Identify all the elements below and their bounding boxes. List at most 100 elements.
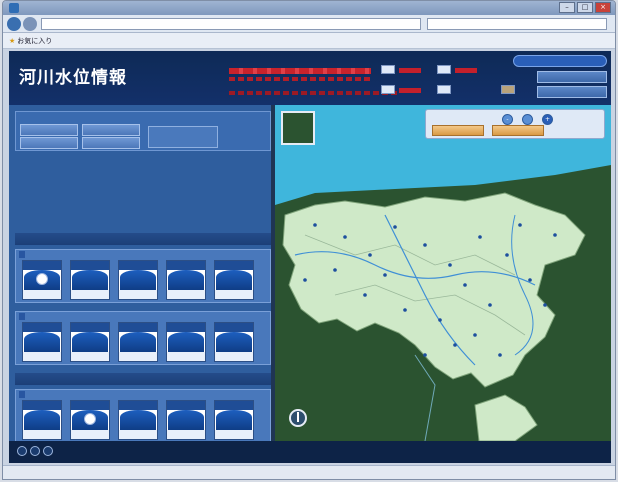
gauge-marker (303, 278, 307, 282)
minimize-button[interactable]: – (559, 2, 575, 13)
gauge-value (215, 430, 253, 439)
to-top-button[interactable] (513, 55, 607, 67)
back-arrow-icon[interactable] (7, 17, 21, 31)
status-bar (3, 465, 615, 479)
gauge-marker (333, 268, 337, 272)
group-tag (19, 313, 25, 320)
water-level-icon (120, 410, 156, 430)
gauge-value (119, 290, 157, 299)
zoom-in-button[interactable]: + (542, 114, 553, 125)
gauge-card[interactable] (70, 322, 110, 362)
section-header-2 (15, 373, 271, 385)
star-icon: ★ (9, 37, 16, 45)
water-level-icon (168, 332, 204, 352)
notice-info (148, 126, 218, 148)
gauge-card[interactable] (166, 260, 206, 300)
inset-map[interactable] (281, 111, 315, 145)
gauge-marker (423, 353, 427, 357)
gauge-name (167, 323, 205, 332)
gauge-marker (488, 303, 492, 307)
gauge-marker (313, 223, 317, 227)
zoom-out-button[interactable]: - (502, 114, 513, 125)
gauge-marker (448, 263, 452, 267)
water-level-icon (72, 332, 108, 352)
site-header: 河川水位情報 (9, 51, 611, 105)
legend-swatch (437, 65, 451, 74)
gauge-group-a (15, 249, 271, 303)
legend-red-bar (399, 88, 421, 93)
legend-line-2 (229, 77, 371, 81)
map-view[interactable]: - + (275, 105, 611, 441)
url-field[interactable] (41, 18, 421, 30)
notice-button[interactable] (82, 137, 140, 149)
browser-window: – □ × ★ お気に入り 河川水位情報 - + (2, 0, 616, 480)
window-titlebar: – □ × (3, 1, 615, 15)
gauge-marker (478, 235, 482, 239)
zoom-reset-button[interactable] (522, 114, 533, 125)
search-box[interactable] (427, 18, 607, 30)
gauge-marker (453, 343, 457, 347)
water-level-icon (216, 410, 252, 430)
gauge-value (119, 352, 157, 361)
map-button-2[interactable] (492, 125, 544, 136)
gauge-card[interactable] (22, 400, 62, 440)
legend-line-1 (229, 68, 371, 74)
gauge-card[interactable] (118, 322, 158, 362)
gauge-card[interactable] (118, 400, 158, 440)
notice-box (15, 111, 271, 151)
legend-swatch (437, 85, 451, 94)
legend-swatch (381, 85, 395, 94)
page-footer (9, 441, 611, 463)
header-button-2[interactable] (537, 86, 607, 98)
gauge-marker (438, 318, 442, 322)
forward-arrow-icon[interactable] (23, 17, 37, 31)
gauge-marker (505, 253, 509, 257)
browser-icon (9, 3, 19, 13)
gauge-value (71, 352, 109, 361)
gauge-name (215, 261, 253, 270)
gauge-value (23, 290, 61, 299)
legend-swatch (381, 65, 395, 74)
notice-button[interactable] (20, 124, 78, 136)
gauge-card[interactable] (166, 400, 206, 440)
water-level-icon (216, 270, 252, 290)
play-forward-icon[interactable] (43, 446, 53, 456)
gauge-card[interactable] (214, 322, 254, 362)
map-canvas[interactable] (275, 105, 611, 441)
close-button[interactable]: × (595, 2, 611, 13)
map-button-1[interactable] (432, 125, 484, 136)
gauge-card[interactable] (118, 260, 158, 300)
gauge-card[interactable] (70, 400, 110, 440)
gauge-marker (543, 303, 547, 307)
gauge-card[interactable] (22, 322, 62, 362)
gauge-marker (463, 283, 467, 287)
gauge-card[interactable] (70, 260, 110, 300)
water-level-icon (24, 332, 60, 352)
compass-icon (289, 409, 307, 427)
favorites-button[interactable]: ★ お気に入り (9, 36, 52, 46)
gauge-card[interactable] (22, 260, 62, 300)
status-dot-icon (84, 413, 96, 425)
legend-red-bar (399, 68, 421, 73)
notice-button[interactable] (82, 124, 140, 136)
gauge-value (119, 430, 157, 439)
notice-button[interactable] (20, 137, 78, 149)
gauge-marker (423, 243, 427, 247)
maximize-button[interactable]: □ (577, 2, 593, 13)
gauge-marker (553, 233, 557, 237)
gauge-marker (383, 273, 387, 277)
water-level-icon (216, 332, 252, 352)
gauge-name (71, 261, 109, 270)
water-level-icon (120, 270, 156, 290)
gauge-card[interactable] (214, 400, 254, 440)
gauge-value (167, 430, 205, 439)
header-button-1[interactable] (537, 71, 607, 83)
address-bar (3, 15, 615, 33)
gauge-name (23, 401, 61, 410)
gauge-card[interactable] (166, 322, 206, 362)
gauge-name (119, 323, 157, 332)
play-back-icon[interactable] (17, 446, 27, 456)
status-dot-icon (36, 273, 48, 285)
gauge-card[interactable] (214, 260, 254, 300)
play-icon[interactable] (30, 446, 40, 456)
